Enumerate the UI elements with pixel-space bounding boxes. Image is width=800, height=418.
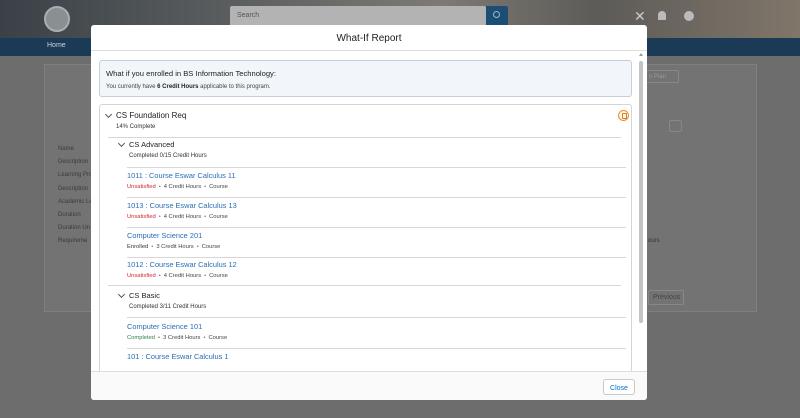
course-item: 1012 : Course Eswar Calculus 12 Unsatisf…	[127, 260, 627, 279]
course-item: Computer Science 101 Completed • 3 Credit …	[127, 322, 627, 341]
search-input[interactable]: Search	[230, 6, 486, 27]
banner-subtitle: You currently have 6 Credit Hours applic…	[106, 84, 271, 90]
course-link[interactable]: Computer Science 101	[127, 322, 627, 331]
course-meta: Unsatisfied • 4 Credit Hours • Course	[127, 184, 627, 190]
requirement-panel: CS Foundation Req 14% Complete CS Advanc…	[99, 104, 632, 371]
status-badge: Completed	[127, 335, 156, 341]
divider	[127, 197, 626, 198]
divider	[127, 257, 626, 258]
credit-hours: 4 Credit Hours	[163, 184, 202, 190]
field-label: Academic Le	[58, 198, 93, 205]
scroll-thumb[interactable]	[639, 61, 643, 323]
field-labels: Name Description Learning Pro Descriptio…	[58, 143, 93, 249]
field-label: Duration	[58, 212, 81, 219]
user-avatar-icon[interactable]	[684, 11, 694, 21]
app-logo[interactable]	[44, 6, 70, 32]
trash-icon[interactable]	[669, 120, 682, 132]
separator: •	[158, 273, 161, 279]
course-link[interactable]: Computer Science 201	[127, 231, 627, 240]
nav-home[interactable]: Home	[47, 42, 66, 49]
status-badge: Unsatisfied	[127, 273, 156, 279]
separator: •	[196, 244, 199, 250]
group-title[interactable]: CS Basic	[129, 291, 160, 300]
course-item: 1013 : Course Eswar Calculus 13 Unsatisf…	[127, 201, 627, 220]
divider	[127, 167, 626, 168]
course-link[interactable]: 101 : Course Eswar Calculus 1	[127, 352, 627, 361]
divider	[127, 317, 626, 318]
info-banner: What if you enrolled in BS Information T…	[99, 60, 632, 97]
banner-hours: 6 Credit Hours	[157, 84, 199, 90]
course-link[interactable]: 1013 : Course Eswar Calculus 13	[127, 201, 627, 210]
modal-footer: Close	[91, 371, 647, 400]
credit-hours: 3 Credit Hours	[163, 335, 201, 341]
field-label: Duration Un	[58, 225, 91, 232]
divider	[108, 285, 621, 286]
modal-body[interactable]: What if you enrolled in BS Information T…	[91, 51, 647, 371]
previous-button[interactable]: Previous	[648, 290, 684, 305]
search-button[interactable]	[486, 6, 508, 27]
what-if-modal: What-If Report What if you enrolled in B…	[91, 25, 647, 400]
status-badge: Unsatisfied	[127, 184, 156, 190]
bell-icon[interactable]	[658, 11, 666, 20]
item-type: Course	[201, 244, 221, 250]
course-link[interactable]: 1012 : Course Eswar Calculus 12	[127, 260, 627, 269]
credit-hours: 4 Credit Hours	[163, 214, 202, 220]
separator: •	[204, 273, 207, 279]
divider	[108, 137, 621, 138]
course-item: Computer Science 201 Enrolled • 3 Credit H…	[127, 231, 627, 250]
scroll-up-arrow-icon[interactable]	[639, 53, 643, 56]
field-label: Description	[58, 185, 89, 192]
requirement-title[interactable]: CS Foundation Req	[116, 111, 186, 120]
separator: •	[158, 214, 161, 220]
course-link[interactable]: 1011 : Course Eswar Calculus 11	[127, 171, 627, 180]
divider	[127, 227, 626, 228]
course-meta: Unsatisfied • 4 Credit Hours • Course	[127, 273, 627, 279]
course-meta: Completed • 3 Credit Hours • Course	[127, 335, 627, 341]
lock-icon	[618, 110, 629, 121]
separator: •	[204, 214, 207, 220]
close-button[interactable]: Close	[603, 379, 635, 395]
field-label: Name	[58, 146, 75, 152]
modal-title: What-If Report	[91, 25, 647, 51]
requirement-progress: 14% Complete	[116, 124, 156, 130]
course-meta: Enrolled • 3 Credit Hours • Course	[127, 244, 627, 250]
plan-button[interactable]: n Plan	[645, 70, 679, 83]
course-item: 1011 : Course Eswar Calculus 11 Unsatisf…	[127, 171, 627, 190]
credit-hours: 4 Credit Hours	[163, 273, 202, 279]
course-meta: Unsatisfied • 4 Credit Hours • Course	[127, 214, 627, 220]
course-item: 101 : Course Eswar Calculus 1	[127, 352, 627, 361]
group-title[interactable]: CS Advanced	[129, 140, 174, 149]
field-label: Learning Pro	[58, 172, 93, 179]
item-type: Course	[209, 184, 228, 190]
group-progress: Completed 0/15 Credit Hours	[129, 153, 207, 159]
close-icon[interactable]: ✕	[634, 8, 646, 25]
item-type: Course	[208, 335, 228, 341]
item-type: Course	[209, 214, 228, 220]
item-type: Course	[209, 273, 228, 279]
banner-prefix: You currently have	[106, 84, 158, 90]
separator: •	[204, 184, 207, 190]
chevron-down-icon[interactable]	[104, 110, 113, 119]
status-badge: Enrolled	[127, 244, 149, 250]
status-badge: Unsatisfied	[127, 214, 156, 220]
search-icon	[493, 11, 500, 18]
hours-text: ours	[648, 238, 660, 244]
chevron-down-icon[interactable]	[117, 290, 126, 299]
field-label: Description	[58, 159, 89, 166]
chevron-down-icon[interactable]	[117, 139, 126, 148]
separator: •	[158, 335, 161, 341]
field-label: Requireme	[58, 238, 88, 245]
banner-title: What if you enrolled in BS Information T…	[106, 69, 276, 78]
scrollbar[interactable]	[638, 51, 644, 371]
group-progress: Completed 3/11 Credit Hours	[129, 304, 207, 310]
banner-suffix: applicable to this program.	[198, 84, 271, 90]
credit-hours: 3 Credit Hours	[156, 244, 194, 250]
separator: •	[158, 184, 161, 190]
divider	[127, 348, 626, 349]
